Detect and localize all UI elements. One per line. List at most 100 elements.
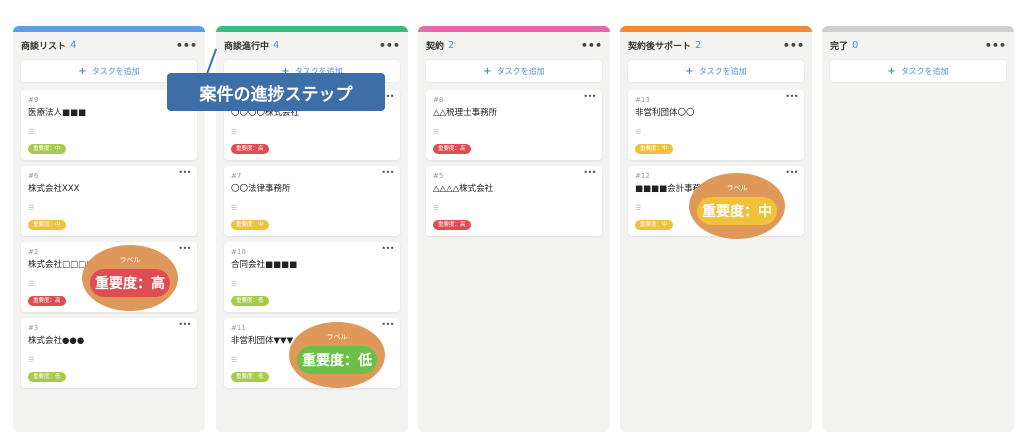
- priority-low-label: 重要度：低: [297, 346, 377, 374]
- more-horizontal-icon[interactable]: •••: [381, 244, 394, 253]
- label-callout-low: ラベル 重要度：低: [289, 322, 385, 388]
- card-number: #3: [28, 324, 39, 332]
- add-task-button[interactable]: + タスクを追加: [628, 60, 804, 82]
- column-count: 4: [70, 39, 77, 51]
- task-card[interactable]: #6 株式会社XXX ☰ ••• 重要度：中: [21, 166, 197, 236]
- task-card[interactable]: #10 合同会社■■■■ ☰ ••• 重要度：低: [224, 242, 400, 312]
- more-horizontal-icon[interactable]: •••: [381, 320, 394, 329]
- label-callout-mid: ラベル 重要度：中: [689, 173, 785, 239]
- priority-badge: 重要度：低: [231, 296, 269, 306]
- task-card[interactable]: #5 △△△△株式会社 ☰ ••• 重要度：高: [426, 166, 602, 236]
- priority-badge: 重要度：低: [231, 372, 269, 382]
- plus-icon: +: [78, 65, 87, 77]
- description-lines-icon: ☰: [28, 280, 35, 288]
- priority-mid-label: 重要度：中: [697, 197, 777, 225]
- more-horizontal-icon[interactable]: •••: [176, 39, 197, 52]
- priority-badge: 重要度：高: [433, 220, 471, 230]
- more-horizontal-icon[interactable]: •••: [381, 168, 394, 177]
- callout-caption: ラベル: [726, 184, 748, 192]
- more-horizontal-icon[interactable]: •••: [178, 168, 191, 177]
- plus-icon: +: [887, 65, 896, 77]
- description-lines-icon: ☰: [433, 128, 440, 136]
- priority-badge: 重要度：低: [28, 372, 66, 382]
- card-number: #8: [433, 96, 444, 104]
- card-list: #9医療法人■■■☰•••重要度：中#6株式会社XXX☰•••重要度：中#2株式…: [13, 90, 205, 388]
- task-card[interactable]: #7 〇〇法律事務所 ☰ ••• 重要度：中: [224, 166, 400, 236]
- column-count: 4: [273, 39, 280, 51]
- description-lines-icon: ☰: [28, 204, 35, 212]
- card-title: 株式会社●●●: [28, 336, 85, 346]
- card-number: #10: [231, 248, 246, 256]
- description-lines-icon: ☰: [433, 204, 440, 212]
- column-header: 完了 0 •••: [822, 32, 1014, 58]
- progress-step-callout: 案件の進捗ステップ: [167, 73, 385, 111]
- card-title: 非営利団体〇〇: [635, 108, 695, 118]
- column-title: 完了: [830, 41, 849, 52]
- task-card[interactable]: #3 株式会社●●● ☰ ••• 重要度：低: [21, 318, 197, 388]
- column-count: 0: [852, 39, 859, 51]
- more-horizontal-icon[interactable]: •••: [985, 39, 1006, 52]
- description-lines-icon: ☰: [635, 204, 642, 212]
- column-count: 2: [695, 39, 702, 51]
- card-title: 合同会社■■■■: [231, 260, 298, 270]
- add-task-label: タスクを追加: [698, 66, 747, 76]
- more-horizontal-icon[interactable]: •••: [583, 92, 596, 101]
- card-title: 医療法人■■■: [28, 108, 87, 118]
- card-title: △△△△株式会社: [433, 184, 494, 194]
- more-horizontal-icon[interactable]: •••: [178, 320, 191, 329]
- card-title: △△税理士事務所: [433, 108, 498, 118]
- column-title: 契約: [426, 41, 445, 52]
- column-header: 契約 2 •••: [418, 32, 610, 58]
- task-card[interactable]: #8 △△税理士事務所 ☰ ••• 重要度：高: [426, 90, 602, 160]
- priority-badge: 重要度：中: [28, 144, 66, 154]
- task-card[interactable]: #13 非営利団体〇〇 ☰ ••• 重要度：中: [628, 90, 804, 160]
- column-contract: 契約 2 ••• + タスクを追加 #8 △△税理士事務所 ☰ ••• 重要度：高 #5 △…: [418, 26, 610, 432]
- description-lines-icon: ☰: [28, 356, 35, 364]
- priority-badge: 重要度：高: [231, 144, 269, 154]
- card-title: 株式会社XXX: [28, 184, 80, 194]
- description-lines-icon: ☰: [28, 128, 35, 136]
- card-number: #7: [231, 172, 242, 180]
- add-task-button[interactable]: + タスクを追加: [426, 60, 602, 82]
- plus-icon: +: [483, 65, 492, 77]
- description-lines-icon: ☰: [231, 356, 238, 364]
- column-title: 商談リスト: [21, 41, 67, 52]
- more-horizontal-icon[interactable]: •••: [583, 168, 596, 177]
- more-horizontal-icon[interactable]: •••: [785, 168, 798, 177]
- more-horizontal-icon[interactable]: •••: [178, 244, 191, 253]
- plus-icon: +: [685, 65, 694, 77]
- column-header: 商談進行中 4 •••: [216, 32, 408, 58]
- card-list: #8 △△税理士事務所 ☰ ••• 重要度：高 #5 △△△△株式会社 ☰ ••• 重要度：高: [418, 90, 610, 236]
- column-title: 商談進行中: [224, 41, 270, 52]
- priority-badge: 重要度：高: [28, 296, 66, 306]
- priority-badge: 重要度：中: [231, 220, 269, 230]
- priority-high-label: 重要度：高: [90, 269, 170, 297]
- column-title: 契約後サポート: [628, 41, 692, 52]
- more-horizontal-icon[interactable]: •••: [581, 39, 602, 52]
- card-number: #13: [635, 96, 650, 104]
- priority-badge: 重要度：中: [635, 220, 673, 230]
- add-task-label: タスクを追加: [91, 66, 140, 76]
- priority-badge: 重要度：高: [433, 144, 471, 154]
- column-header: 商談リスト 4 •••: [13, 32, 205, 58]
- priority-badge: 重要度：中: [28, 220, 66, 230]
- column-done: 完了 0 ••• + タスクを追加: [822, 26, 1014, 432]
- kanban-board: 商談リスト 4 ••• + タスクを追加 #9医療法人■■■☰•••重要度：中#…: [0, 0, 1024, 442]
- card-number: #5: [433, 172, 444, 180]
- description-lines-icon: ☰: [231, 280, 238, 288]
- card-title: 〇〇法律事務所: [231, 184, 291, 194]
- column-header: 契約後サポート 2 •••: [620, 32, 812, 58]
- add-task-label: タスクを追加: [900, 66, 949, 76]
- more-horizontal-icon[interactable]: •••: [785, 92, 798, 101]
- callout-caption: ラベル: [326, 333, 348, 341]
- description-lines-icon: ☰: [635, 128, 642, 136]
- description-lines-icon: ☰: [231, 204, 238, 212]
- add-task-label: タスクを追加: [496, 66, 545, 76]
- column-count: 2: [448, 39, 455, 51]
- priority-badge: 重要度：中: [635, 144, 673, 154]
- label-callout-high: ラベル 重要度：高: [82, 245, 178, 311]
- more-horizontal-icon[interactable]: •••: [783, 39, 804, 52]
- card-number: #9: [28, 96, 39, 104]
- add-task-button[interactable]: + タスクを追加: [830, 60, 1006, 82]
- more-horizontal-icon[interactable]: •••: [379, 39, 400, 52]
